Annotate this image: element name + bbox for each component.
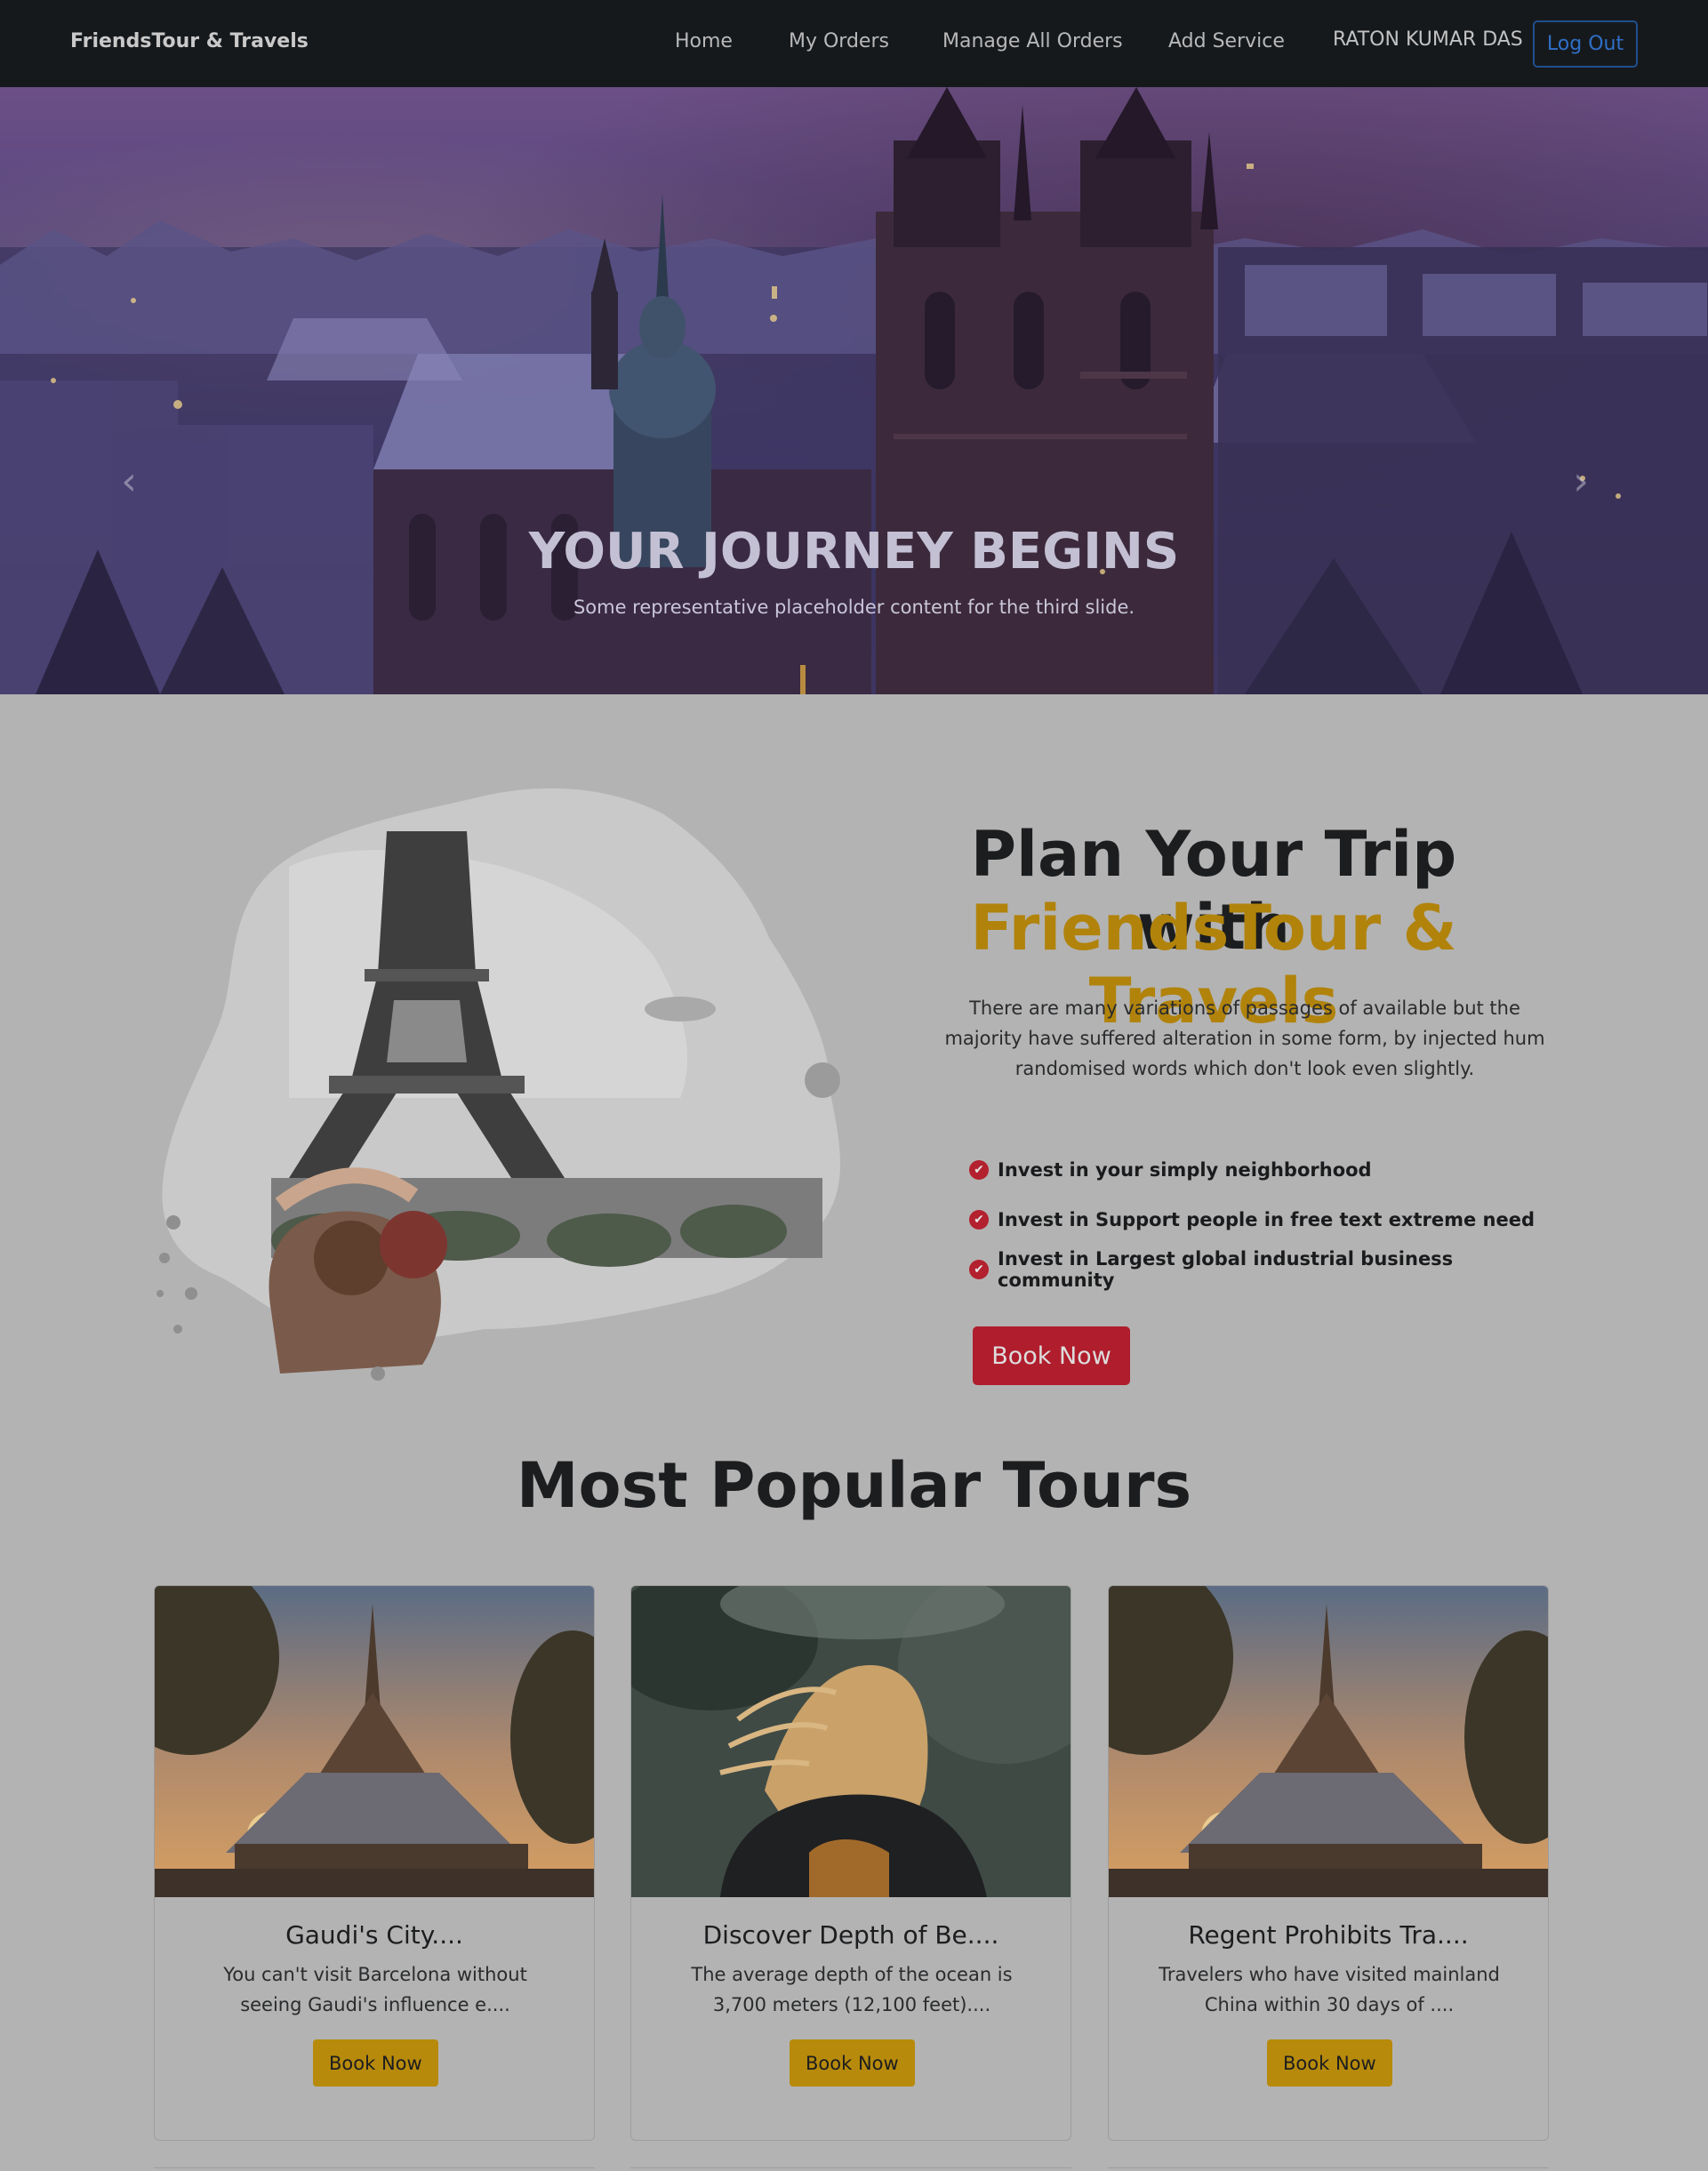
card-text: Travelers who have visited mainland Chin… [1159,1964,1500,2015]
feature-item: ✔ Invest in your simply neighborhood [969,1145,1574,1195]
temple-sunset-image [155,1586,594,1897]
temple-sunset-image [1109,1586,1548,1897]
woman-hair-wind-image [631,1586,1071,1897]
hero-subtitle: Some representative placeholder content … [573,597,1135,618]
feature-item: ✔ Invest in Largest global industrial bu… [969,1245,1574,1294]
nav-home[interactable]: Home [675,30,733,52]
tour-card: Discover Depth of Be.... The average dep… [630,1585,1071,2141]
check-circle-icon: ✔ [969,1210,989,1230]
nav-my-orders[interactable]: My Orders [789,30,889,52]
plan-description: There are many variations of passages of… [944,997,1545,1079]
navbar: FriendsTour & Travels Home My Orders Man… [0,0,1708,87]
feature-text: Invest in Support people in free text ex… [998,1209,1536,1230]
card-book-now-button[interactable]: Book Now [313,2039,438,2087]
carousel-next-button[interactable]: › [1563,458,1599,504]
nav-manage-all-orders[interactable]: Manage All Orders [942,30,1123,52]
check-circle-icon: ✔ [969,1260,989,1279]
chevron-left-icon: ‹ [121,458,137,504]
next-card-edge [630,2167,1071,2171]
tour-card: Regent Prohibits Tra.... Travelers who h… [1108,1585,1549,2141]
card-book-now-button[interactable]: Book Now [1267,2039,1392,2087]
chevron-right-icon: › [1573,458,1589,504]
card-book-now-button[interactable]: Book Now [790,2039,915,2087]
feature-list: ✔ Invest in your simply neighborhood ✔ I… [969,1145,1574,1294]
card-title: Discover Depth of Be.... [702,1920,999,1950]
next-card-edge [154,2167,595,2171]
eiffel-tower-image [156,788,840,1381]
check-circle-icon: ✔ [969,1160,989,1180]
hero-title: YOUR JOURNEY BEGINS [528,523,1180,581]
card-text: The average depth of the ocean is 3,700 … [691,1964,1013,2015]
logout-button[interactable]: Log Out [1533,20,1638,68]
carousel-prev-button[interactable]: ‹ [111,458,147,504]
feature-item: ✔ Invest in Support people in free text … [969,1195,1574,1245]
card-title: Gaudi's City.... [285,1920,463,1950]
temple-sunset-illustration [155,1586,594,1897]
temple-sunset-illustration [1109,1586,1548,1897]
card-text: You can't visit Barcelona without seeing… [223,1964,527,2015]
tour-card: Gaudi's City.... You can't visit Barcelo… [154,1585,595,2141]
feature-text: Invest in your simply neighborhood [998,1159,1372,1181]
next-card-edge [1108,2167,1549,2171]
feature-text: Invest in Largest global industrial busi… [998,1248,1454,1291]
nav-add-service[interactable]: Add Service [1168,30,1285,52]
card-title: Regent Prohibits Tra.... [1188,1920,1469,1950]
user-name: RATON KUMAR DAS [1333,28,1523,51]
plan-book-now-button[interactable]: Book Now [973,1326,1130,1385]
woman-hair-illustration [631,1586,1071,1897]
hero-carousel: ‹ › YOUR JOURNEY BEGINS Some representat… [0,87,1708,694]
popular-tours-title: Most Popular Tours [516,1449,1192,1522]
